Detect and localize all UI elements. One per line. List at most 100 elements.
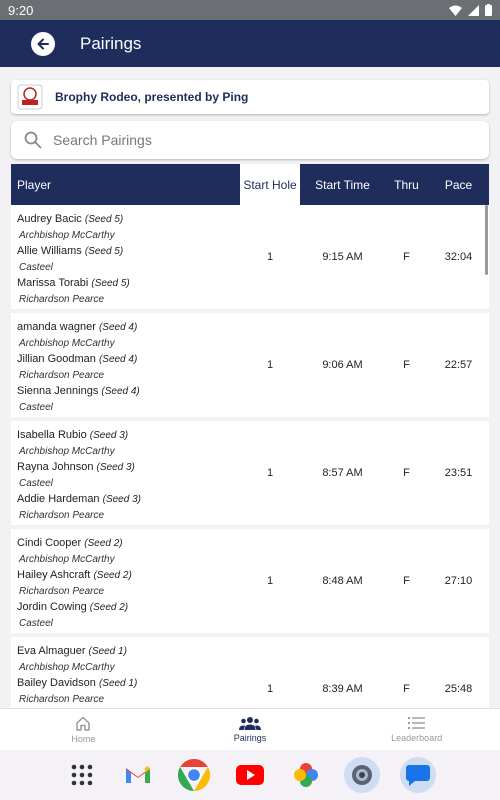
player-school: Casteel [19, 618, 53, 629]
player-entry: Isabella Rubio (Seed 3) [17, 427, 240, 444]
player-entry: Jordin Cowing (Seed 2) [17, 599, 240, 616]
player-school: Casteel [19, 478, 53, 489]
thru-cell: F [403, 683, 410, 695]
column-header-pace[interactable]: Pace [428, 164, 489, 205]
app-bar: Pairings [0, 20, 500, 67]
table-row[interactable]: Eva Almaguer (Seed 1) Archbishop McCarth… [11, 637, 489, 708]
pace-cell: 25:48 [444, 683, 473, 695]
event-title: Brophy Rodeo, presented by Ping [55, 90, 249, 104]
player-seed: (Seed 4) [98, 354, 138, 365]
start-hole-cell: 1 [266, 683, 274, 695]
start-time-cell: 9:06 AM [322, 359, 363, 371]
app-dock [0, 750, 500, 800]
youtube-icon[interactable] [232, 757, 268, 793]
column-header-thru[interactable]: Thru [385, 164, 428, 205]
player-entry: Jillian Goodman (Seed 4) [17, 351, 240, 368]
player-group: Eva Almaguer (Seed 1) Archbishop McCarth… [11, 637, 240, 708]
leaderboard-icon [408, 717, 426, 729]
pace-cell: 27:10 [444, 575, 473, 587]
scrollbar[interactable] [485, 205, 488, 275]
photos-icon[interactable] [288, 757, 324, 793]
camera-app-icon[interactable] [344, 757, 380, 793]
player-school: Archbishop McCarthy [19, 662, 115, 673]
column-header-start-hole[interactable]: Start Hole [240, 164, 300, 205]
pairings-list[interactable]: Audrey Bacic (Seed 5) Archbishop McCarth… [11, 205, 489, 708]
player-school: Casteel [19, 262, 53, 273]
player-entry: Audrey Bacic (Seed 5) [17, 211, 240, 228]
player-seed: (Seed 3) [89, 430, 129, 441]
player-entry: Bailey Davidson (Seed 1) [17, 675, 240, 692]
player-entry: Rayna Johnson (Seed 3) [17, 459, 240, 476]
thru-cell: F [403, 251, 410, 263]
nav-pairings[interactable]: Pairings [167, 709, 334, 750]
start-hole-cell: 1 [266, 575, 274, 587]
table-row[interactable]: Audrey Bacic (Seed 5) Archbishop McCarth… [11, 205, 489, 309]
back-button[interactable] [31, 31, 55, 56]
people-icon [239, 717, 261, 730]
bottom-navigation: Home Pairings Leaderboard [0, 708, 500, 750]
player-entry: Cindi Cooper (Seed 2) [17, 535, 240, 552]
player-seed: (Seed 3) [102, 494, 141, 505]
player-name: Audrey Bacic [17, 213, 82, 225]
search-input[interactable] [53, 132, 453, 148]
home-icon [76, 716, 91, 731]
start-time-cell: 8:48 AM [322, 575, 363, 587]
player-school: Richardson Pearce [19, 510, 105, 521]
player-name: Isabella Rubio [17, 429, 87, 441]
thru-cell: F [403, 575, 410, 587]
player-entry: Eva Almaguer (Seed 1) [17, 643, 240, 660]
pace-cell: 32:04 [444, 251, 473, 263]
chrome-icon[interactable] [176, 757, 212, 793]
signal-icon [468, 4, 479, 16]
nav-leaderboard-label: Leaderboard [391, 733, 443, 743]
player-school: Richardson Pearce [19, 586, 105, 597]
player-school: Archbishop McCarthy [19, 338, 115, 349]
wifi-icon [449, 5, 462, 16]
player-name: Addie Hardeman [17, 493, 100, 505]
event-card[interactable]: Brophy Rodeo, presented by Ping [11, 80, 489, 114]
messages-icon[interactable] [400, 757, 436, 793]
status-icons [449, 4, 492, 16]
table-row[interactable]: Cindi Cooper (Seed 2) Archbishop McCarth… [11, 529, 489, 633]
table-row[interactable]: amanda wagner (Seed 4) Archbishop McCart… [11, 313, 489, 417]
gmail-icon[interactable] [120, 757, 156, 793]
player-school: Archbishop McCarthy [19, 446, 115, 457]
column-header-player[interactable]: Player [11, 164, 240, 205]
start-time-cell: 9:15 AM [322, 251, 363, 263]
player-entry: Sienna Jennings (Seed 4) [17, 383, 240, 400]
player-school: Richardson Pearce [19, 694, 105, 705]
player-name: Eva Almaguer [17, 645, 86, 657]
player-group: Isabella Rubio (Seed 3) Archbishop McCar… [11, 421, 240, 525]
player-name: Jordin Cowing [17, 601, 87, 613]
thru-cell: F [403, 467, 410, 479]
app-grid-icon[interactable] [64, 757, 100, 793]
player-entry: Allie Williams (Seed 5) [17, 243, 240, 260]
player-seed: (Seed 2) [89, 602, 129, 613]
nav-home-label: Home [71, 733, 96, 744]
status-bar: 9:20 [0, 0, 500, 20]
player-entry: Marissa Torabi (Seed 5) [17, 275, 240, 292]
start-hole-cell: 1 [266, 251, 274, 263]
player-name: amanda wagner [17, 321, 96, 333]
start-hole-cell: 1 [266, 359, 274, 371]
player-name: Marissa Torabi [17, 277, 89, 289]
clock: 9:20 [8, 2, 34, 18]
player-school: Richardson Pearce [19, 370, 105, 381]
player-name: Rayna Johnson [17, 461, 94, 473]
player-seed: (Seed 2) [93, 570, 132, 581]
player-group: Cindi Cooper (Seed 2) Archbishop McCarth… [11, 529, 240, 633]
player-seed: (Seed 4) [101, 386, 140, 397]
table-row[interactable]: Isabella Rubio (Seed 3) Archbishop McCar… [11, 421, 489, 525]
search-bar[interactable] [11, 121, 489, 159]
thru-cell: F [403, 359, 410, 371]
player-entry: amanda wagner (Seed 4) [17, 319, 240, 336]
player-entry: Hailey Ashcraft (Seed 2) [17, 567, 240, 584]
table-header: Player Start Hole Start Time Thru Pace [11, 164, 489, 205]
player-name: Hailey Ashcraft [17, 569, 91, 581]
player-name: Cindi Cooper [17, 537, 82, 549]
column-header-start-time[interactable]: Start Time [300, 164, 385, 205]
nav-home[interactable]: Home [0, 709, 167, 750]
nav-leaderboard[interactable]: Leaderboard [333, 709, 500, 750]
player-seed: (Seed 1) [98, 678, 138, 689]
start-time-cell: 8:57 AM [322, 467, 363, 479]
